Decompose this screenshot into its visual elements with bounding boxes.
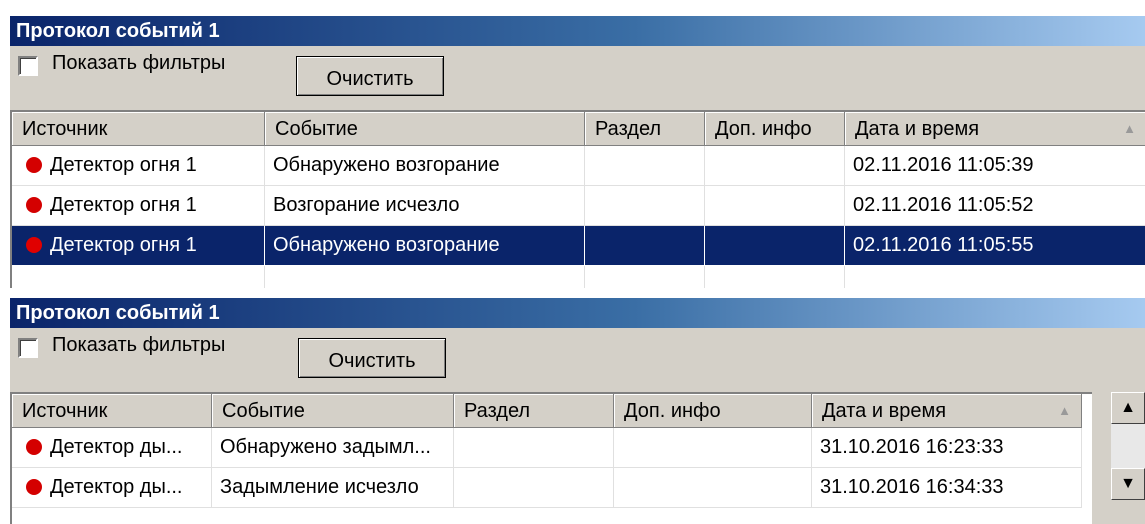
- cell-source: Детектор огня 1: [12, 226, 265, 266]
- cell-event: Обнаружено задымл...: [212, 428, 454, 468]
- red-dot-icon: [26, 197, 42, 213]
- column-header-section[interactable]: Раздел: [454, 394, 614, 428]
- cell-source: Детектор ды...: [12, 428, 212, 468]
- cell-empty: [12, 266, 265, 288]
- cell-section: [585, 186, 705, 226]
- cell-event: Задымление исчезло: [212, 468, 454, 508]
- column-header-event[interactable]: Событие: [212, 394, 454, 428]
- red-dot-icon: [26, 479, 42, 495]
- show-filters-label[interactable]: Показать фильтры: [52, 52, 225, 75]
- red-dot-icon: [26, 157, 42, 173]
- column-header-source[interactable]: Источник: [12, 112, 265, 146]
- toolbar: Показать фильтры Очистить: [10, 46, 1145, 110]
- column-header-datetime[interactable]: Дата и время ▲: [812, 394, 1082, 428]
- cell-datetime: 31.10.2016 16:23:33: [812, 428, 1082, 468]
- source-text: Детектор ды...: [50, 436, 183, 458]
- cell-datetime: 02.11.2016 11:05:55: [845, 226, 1145, 266]
- cell-section: [585, 226, 705, 266]
- clear-button[interactable]: Очистить: [296, 56, 444, 96]
- column-header-info[interactable]: Доп. инфо: [705, 112, 845, 146]
- sort-ascending-icon: ▲: [1123, 121, 1136, 136]
- cell-info: [614, 468, 812, 508]
- column-header-info[interactable]: Доп. инфо: [614, 394, 812, 428]
- events-table: Источник Событие Раздел Доп. инфо Дата и…: [10, 392, 1092, 524]
- show-filters-checkbox[interactable]: [18, 56, 38, 76]
- cell-empty: [585, 266, 705, 288]
- cell-info: [705, 226, 845, 266]
- cell-source: Детектор ды...: [12, 468, 212, 508]
- event-log-window-2: Протокол событий 1 Показать фильтры Очис…: [10, 298, 1145, 524]
- event-log-window-1: Протокол событий 1 Показать фильтры Очис…: [10, 16, 1145, 288]
- cell-datetime: 02.11.2016 11:05:39: [845, 146, 1145, 186]
- cell-info: [614, 428, 812, 468]
- column-header-datetime-label: Дата и время: [822, 400, 947, 422]
- sort-ascending-icon: ▲: [1058, 403, 1071, 418]
- source-text: Детектор ды...: [50, 476, 183, 498]
- vertical-scrollbar[interactable]: ▲ ▼: [1111, 392, 1145, 500]
- column-header-event[interactable]: Событие: [265, 112, 585, 146]
- window-title: Протокол событий 1: [10, 298, 1145, 328]
- red-dot-icon: [26, 439, 42, 455]
- column-header-source[interactable]: Источник: [12, 394, 212, 428]
- show-filters-label[interactable]: Показать фильтры: [52, 334, 225, 357]
- cell-source: Детектор огня 1: [12, 186, 265, 226]
- source-text: Детектор огня 1: [50, 154, 197, 176]
- cell-section: [454, 468, 614, 508]
- cell-empty: [705, 266, 845, 288]
- scroll-down-icon[interactable]: ▼: [1111, 468, 1145, 500]
- cell-section: [454, 428, 614, 468]
- red-dot-icon: [26, 237, 42, 253]
- window-title: Протокол событий 1: [10, 16, 1145, 46]
- column-header-section[interactable]: Раздел: [585, 112, 705, 146]
- events-table: Источник Событие Раздел Доп. инфо Дата и…: [10, 110, 1145, 288]
- cell-info: [705, 146, 845, 186]
- cell-event: Возгорание исчезло: [265, 186, 585, 226]
- column-header-datetime[interactable]: Дата и время ▲: [845, 112, 1145, 146]
- show-filters-checkbox[interactable]: [18, 338, 38, 358]
- scroll-up-icon[interactable]: ▲: [1111, 392, 1145, 424]
- cell-empty: [845, 266, 1145, 288]
- cell-event: Обнаружено возгорание: [265, 146, 585, 186]
- cell-source: Детектор огня 1: [12, 146, 265, 186]
- cell-datetime: 31.10.2016 16:34:33: [812, 468, 1082, 508]
- source-text: Детектор огня 1: [50, 194, 197, 216]
- cell-section: [585, 146, 705, 186]
- cell-event: Обнаружено возгорание: [265, 226, 585, 266]
- cell-datetime: 02.11.2016 11:05:52: [845, 186, 1145, 226]
- clear-button[interactable]: Очистить: [298, 338, 446, 378]
- cell-info: [705, 186, 845, 226]
- cell-empty: [265, 266, 585, 288]
- toolbar: Показать фильтры Очистить: [10, 328, 1145, 392]
- column-header-datetime-label: Дата и время: [855, 118, 980, 140]
- source-text: Детектор огня 1: [50, 234, 197, 256]
